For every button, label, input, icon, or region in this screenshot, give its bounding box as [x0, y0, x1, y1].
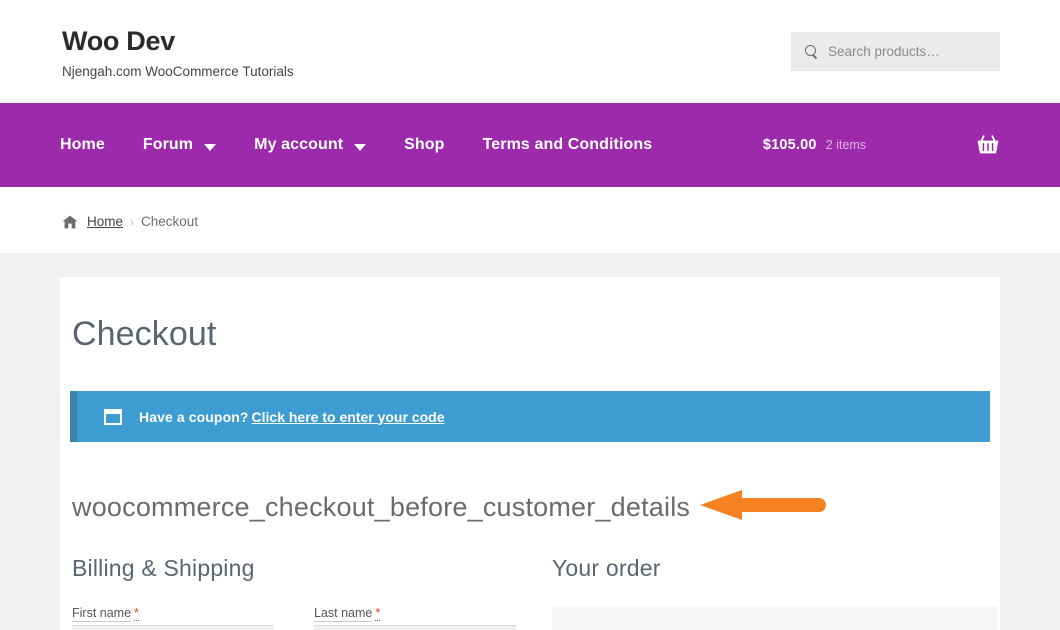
main-navigation: Home Forum My account Shop Terms and Con…	[0, 103, 1060, 187]
last-name-label-text: Last name	[314, 606, 373, 622]
order-section-title: Your order	[552, 555, 661, 581]
nav-link-terms-and-conditions[interactable]: Terms and Conditions	[483, 136, 653, 154]
nav-link-forum[interactable]: Forum	[143, 136, 193, 154]
coupon-enter-code-link[interactable]: Click here to enter your code	[252, 409, 445, 425]
site-header: Woo Dev Njengah.com WooCommerce Tutorial…	[0, 0, 1060, 103]
nav-inner: Home Forum My account Shop Terms and Con…	[60, 103, 1000, 187]
nav-link-my-account[interactable]: My account	[254, 136, 343, 154]
required-marker: *	[134, 606, 139, 621]
header-inner: Woo Dev Njengah.com WooCommerce Tutorial…	[60, 0, 1000, 79]
name-field-row: First name * Last name *	[72, 606, 527, 630]
breadcrumb-link-home[interactable]: Home	[87, 214, 123, 229]
chevron-down-icon[interactable]	[354, 143, 367, 151]
first-name-label: First name *	[72, 606, 274, 622]
shopping-basket-icon[interactable]	[976, 134, 1000, 156]
page-background: Checkout Have a coupon? Click here to en…	[0, 253, 1060, 630]
order-column: Your order Product Subtotal	[552, 555, 997, 630]
search-icon	[805, 44, 819, 59]
required-marker: *	[375, 606, 381, 621]
nav-item-shop[interactable]: Shop	[404, 136, 444, 154]
nav-item-home[interactable]: Home	[60, 136, 105, 154]
last-name-input[interactable]	[314, 625, 516, 630]
breadcrumb-current: Checkout	[141, 214, 199, 229]
coupon-notice[interactable]: Have a coupon? Click here to enter your …	[70, 391, 990, 442]
breadcrumb-separator: ›	[130, 214, 135, 229]
cart-total: $105.00	[762, 137, 817, 153]
page-title: Checkout	[72, 315, 217, 353]
order-table-header-row: Product Subtotal	[552, 606, 997, 630]
coupon-notice-text: Have a coupon?	[139, 408, 249, 425]
site-branding[interactable]: Woo Dev Njengah.com WooCommerce Tutorial…	[60, 26, 294, 79]
coupon-ticket-icon	[104, 408, 122, 425]
first-name-input[interactable]	[72, 625, 274, 630]
nav-link-shop[interactable]: Shop	[404, 136, 444, 154]
nav-link-home[interactable]: Home	[60, 136, 105, 154]
last-name-field-group: Last name *	[314, 606, 516, 630]
breadcrumb: Home › Checkout	[60, 187, 1000, 253]
first-name-field-group: First name *	[72, 606, 274, 630]
checkout-columns: Billing & Shipping First name * Last name…	[70, 555, 997, 630]
annotation-arrow-left-icon	[698, 488, 828, 527]
chevron-down-icon[interactable]	[204, 143, 217, 151]
hook-name-label: woocommerce_checkout_before_customer_det…	[72, 492, 691, 522]
order-column-subtotal: Subtotal	[774, 606, 997, 630]
search-input-placeholder[interactable]: Search products…	[828, 45, 940, 59]
breadcrumb-bar: Home › Checkout	[0, 187, 1060, 253]
first-name-label-text: First name	[72, 606, 132, 622]
order-table-head: Product Subtotal	[552, 606, 997, 630]
cart-item-count: 2 items	[825, 138, 866, 152]
checkout-content-card: Checkout Have a coupon? Click here to en…	[60, 277, 1000, 630]
order-column-product: Product	[552, 606, 775, 630]
site-tagline: Njengah.com WooCommerce Tutorials	[62, 63, 294, 79]
nav-item-terms-and-conditions[interactable]: Terms and Conditions	[483, 136, 653, 154]
home-icon[interactable]	[62, 215, 78, 229]
hook-annotation-row: woocommerce_checkout_before_customer_det…	[70, 488, 990, 527]
nav-item-forum[interactable]: Forum	[143, 136, 217, 154]
nav-item-my-account[interactable]: My account	[254, 136, 367, 154]
billing-column: Billing & Shipping First name * Last name…	[72, 555, 527, 630]
site-title[interactable]: Woo Dev	[62, 26, 294, 57]
nav-menu: Home Forum My account Shop Terms and Con…	[60, 136, 652, 154]
cart-widget[interactable]: $105.00 2 items	[763, 134, 1000, 156]
last-name-label: Last name *	[314, 606, 516, 622]
search-box[interactable]: Search products…	[791, 32, 1000, 71]
billing-section-title: Billing & Shipping	[72, 555, 255, 581]
order-review-table: Product Subtotal	[552, 606, 997, 630]
